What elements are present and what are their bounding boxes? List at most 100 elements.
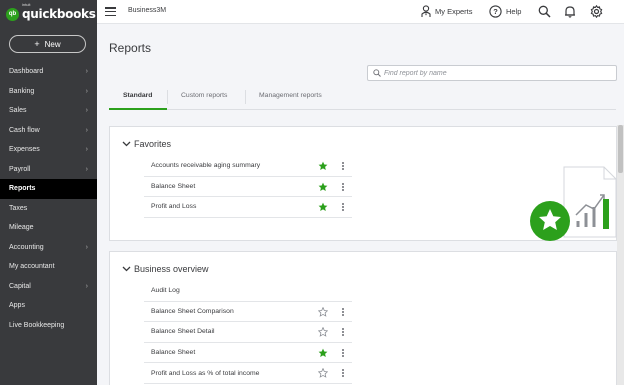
hamburger-menu-icon[interactable] xyxy=(105,7,116,16)
active-tab-indicator xyxy=(109,107,167,110)
more-options-icon[interactable] xyxy=(340,327,346,337)
sidebar-item-label: Capital xyxy=(9,282,31,290)
star-filled-icon[interactable] xyxy=(318,348,328,358)
search-icon xyxy=(373,69,381,77)
more-options-icon[interactable] xyxy=(340,307,346,317)
tab-management-reports[interactable]: Management reports xyxy=(259,92,322,99)
sidebar-item-reports[interactable]: Reports xyxy=(0,179,97,199)
report-row: Audit Log xyxy=(144,281,352,302)
sidebar-item-payroll[interactable]: Payroll › xyxy=(0,160,97,180)
intuit-wordmark: intuit xyxy=(22,2,31,7)
report-link[interactable]: Audit Log xyxy=(151,287,352,294)
chevron-right-icon: › xyxy=(85,243,88,251)
page-title: Reports xyxy=(109,41,152,55)
tab-standard[interactable]: Standard xyxy=(123,92,152,99)
more-options-icon[interactable] xyxy=(340,348,346,358)
help-button[interactable]: ? Help xyxy=(489,5,521,18)
sidebar-item-label: Live Bookkeeping xyxy=(9,321,65,329)
chevron-right-icon: › xyxy=(85,107,88,115)
brand-name: quickbooks xyxy=(22,7,96,21)
sidebar-item-label: Dashboard xyxy=(9,68,44,76)
report-row: Balance Sheet Detail xyxy=(144,322,352,343)
report-row: Balance Sheet xyxy=(144,343,352,364)
sidebar-item-capital[interactable]: Capital › xyxy=(0,277,97,297)
chevron-right-icon: › xyxy=(85,282,88,290)
my-experts-button[interactable]: My Experts xyxy=(421,5,473,18)
new-button-label: New xyxy=(44,39,61,49)
bell-icon[interactable] xyxy=(564,5,576,18)
report-row: Balance Sheet xyxy=(144,177,352,198)
sidebar-item-taxes[interactable]: Taxes xyxy=(0,199,97,219)
sidebar-item-label: Payroll xyxy=(9,165,31,173)
more-options-icon[interactable] xyxy=(340,161,346,171)
my-experts-label: My Experts xyxy=(435,7,473,16)
sidebar-item-cash-flow[interactable]: Cash flow › xyxy=(0,121,97,141)
sidebar-item-accounting[interactable]: Accounting › xyxy=(0,238,97,258)
sidebar-item-label: Banking xyxy=(9,87,35,95)
sidebar-item-live-bookkeeping[interactable]: Live Bookkeeping xyxy=(0,316,97,336)
chevron-right-icon: › xyxy=(85,146,88,154)
favorites-title: Favorites xyxy=(134,139,172,149)
top-bar: Business3M My Experts ? Help xyxy=(97,0,624,24)
star-outline-icon[interactable] xyxy=(318,306,328,317)
star-outline-icon[interactable] xyxy=(318,327,328,337)
sidebar-item-dashboard[interactable]: Dashboard › xyxy=(0,62,97,82)
sidebar-item-label: Cash flow xyxy=(9,126,40,134)
help-label: Help xyxy=(506,7,522,16)
sidebar-item-expenses[interactable]: Expenses › xyxy=(0,140,97,160)
sidebar-item-banking[interactable]: Banking › xyxy=(0,82,97,102)
report-row: Profit and Loss xyxy=(144,197,352,218)
sidebar-item-label: Reports xyxy=(9,185,36,193)
sidebar-item-label: Taxes xyxy=(9,204,28,212)
business-overview-title: Business overview xyxy=(134,264,209,274)
sidebar-item-label: Expenses xyxy=(9,146,40,154)
person-icon xyxy=(421,5,431,17)
star-filled-icon[interactable] xyxy=(318,202,328,212)
more-options-icon[interactable] xyxy=(340,368,346,378)
chevron-right-icon: › xyxy=(85,165,88,173)
sidebar-item-apps[interactable]: Apps xyxy=(0,296,97,316)
star-outline-icon[interactable] xyxy=(318,368,328,379)
gear-icon[interactable] xyxy=(590,5,603,18)
quickbooks-logo[interactable]: qb intuit quickbooks xyxy=(6,2,96,23)
chevron-right-icon: › xyxy=(85,68,88,76)
page-scrollbar[interactable] xyxy=(617,125,624,385)
search-icon[interactable] xyxy=(538,5,551,18)
sidebar-item-label: Sales xyxy=(9,107,27,115)
chevron-down-icon xyxy=(122,266,131,272)
report-tabs: Standard Custom reports Management repor… xyxy=(109,86,616,110)
sidebar-item-label: Apps xyxy=(9,302,25,310)
report-search-input[interactable] xyxy=(384,69,604,77)
report-search-box[interactable] xyxy=(367,65,617,81)
business-overview-section: Business overview Audit Log Balance Sheet… xyxy=(109,251,617,385)
help-icon: ? xyxy=(489,5,502,18)
more-options-icon[interactable] xyxy=(340,202,346,212)
plus-icon: + xyxy=(34,39,40,49)
scrollbar-thumb[interactable] xyxy=(618,125,623,173)
report-row: Profit and Loss as % of total income xyxy=(144,363,352,384)
favorites-section: Favorites Accounts receivable aging summ… xyxy=(109,126,617,241)
chevron-right-icon: › xyxy=(85,87,88,95)
sidebar-item-sales[interactable]: Sales › xyxy=(0,101,97,121)
report-row: Accounts receivable aging summary xyxy=(144,156,352,177)
sidebar-item-label: Accounting xyxy=(9,243,44,251)
sidebar-nav: Dashboard › Banking › Sales › Cash flow › Expens… xyxy=(0,62,97,335)
sidebar-item-label: Mileage xyxy=(9,224,34,232)
new-button[interactable]: + New xyxy=(9,35,86,53)
sidebar-item-my-accountant[interactable]: My accountant xyxy=(0,257,97,277)
company-name[interactable]: Business3M xyxy=(128,7,166,14)
more-options-icon[interactable] xyxy=(340,182,346,192)
business-overview-header[interactable]: Business overview xyxy=(122,264,209,274)
chevron-right-icon: › xyxy=(85,126,88,134)
sidebar-item-label: My accountant xyxy=(9,263,55,271)
tab-custom-reports[interactable]: Custom reports xyxy=(181,92,227,99)
svg-text:?: ? xyxy=(493,7,498,16)
chevron-down-icon xyxy=(122,141,131,147)
star-filled-icon[interactable] xyxy=(318,161,328,171)
report-row: Balance Sheet Comparison xyxy=(144,302,352,323)
star-filled-icon[interactable] xyxy=(318,182,328,192)
qb-logo-icon: qb xyxy=(6,7,19,21)
left-nav-sidebar: qb intuit quickbooks + New Dashboard › Ban… xyxy=(0,0,97,385)
favorites-header[interactable]: Favorites xyxy=(122,139,171,149)
sidebar-item-mileage[interactable]: Mileage xyxy=(0,218,97,238)
